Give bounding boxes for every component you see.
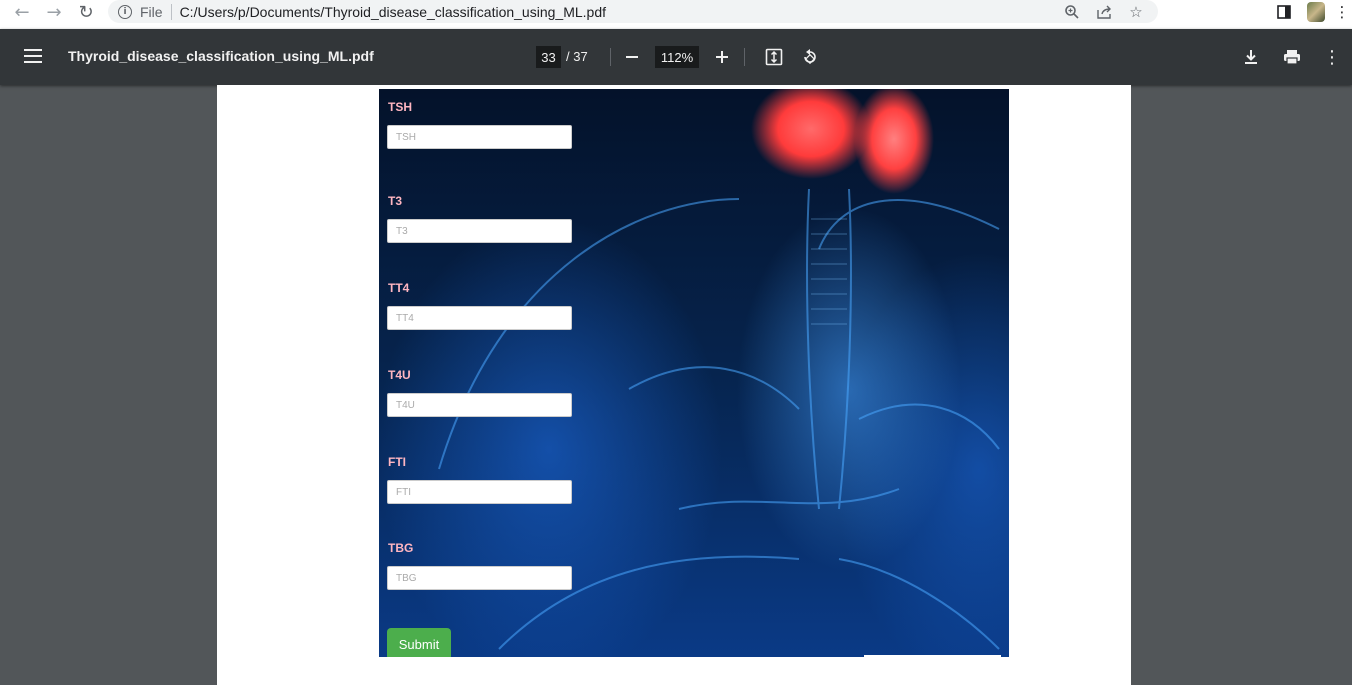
more-options-icon[interactable]: ⋮: [1320, 45, 1344, 69]
profile-avatar[interactable]: [1307, 1, 1325, 22]
zoom-out-button[interactable]: [620, 45, 644, 69]
t3-label: T3: [388, 194, 403, 208]
page-number-input[interactable]: 33: [536, 46, 561, 68]
back-arrow-icon[interactable]: ←: [6, 1, 38, 23]
omnibox-divider: [170, 3, 172, 20]
reload-icon[interactable]: ↻: [70, 1, 102, 23]
address-bar[interactable]: i File C:/Users/p/Documents/Thyroid_dise…: [108, 0, 1158, 23]
toolbar-divider: [744, 48, 745, 66]
t4u-label: T4U: [388, 368, 411, 382]
share-icon[interactable]: [1088, 1, 1120, 23]
thyroid-form-screenshot: TSH T3 TT4 T4U FTI TBG Submit: [379, 89, 1009, 657]
tt4-input[interactable]: [387, 306, 572, 330]
forward-arrow-icon[interactable]: →: [38, 1, 70, 23]
print-icon[interactable]: [1280, 45, 1304, 69]
document-title: Thyroid_disease_classification_using_ML.…: [68, 48, 374, 64]
t3-input[interactable]: [387, 219, 572, 243]
hamburger-menu-icon[interactable]: [24, 49, 42, 63]
scheme-label: File: [140, 3, 163, 20]
tt4-label: TT4: [388, 281, 410, 295]
submit-button[interactable]: Submit: [387, 628, 451, 657]
tsh-input[interactable]: [387, 125, 572, 149]
fit-to-page-icon[interactable]: [762, 45, 786, 69]
browser-bar: ← → ↻ i File C:/Users/p/Documents/Thyroi…: [0, 0, 1352, 29]
zoom-in-button[interactable]: [710, 45, 734, 69]
tbg-input[interactable]: [387, 566, 572, 590]
info-icon[interactable]: i: [118, 4, 132, 19]
url-text[interactable]: C:/Users/p/Documents/Thyroid_disease_cla…: [180, 4, 606, 20]
side-panel-icon[interactable]: [1268, 1, 1300, 23]
toolbar-divider: [610, 48, 611, 66]
fti-label: FTI: [388, 455, 406, 469]
zoom-level-input[interactable]: 112%: [655, 46, 699, 68]
pdf-page: TSH T3 TT4 T4U FTI TBG Submit: [217, 85, 1131, 685]
fti-input[interactable]: [387, 480, 572, 504]
bookmark-star-icon[interactable]: ☆: [1120, 1, 1152, 23]
zoom-magnifier-icon[interactable]: [1056, 1, 1088, 23]
pdf-toolbar: Thyroid_disease_classification_using_ML.…: [0, 29, 1352, 85]
white-strip: [864, 655, 1001, 657]
tsh-label: TSH: [388, 100, 412, 114]
download-icon[interactable]: [1239, 45, 1263, 69]
page-total: / 37: [566, 49, 588, 64]
t4u-input[interactable]: [387, 393, 572, 417]
rotate-icon[interactable]: [798, 45, 822, 69]
chrome-menu-icon[interactable]: ⋮: [1332, 1, 1352, 23]
tbg-label: TBG: [388, 541, 414, 555]
